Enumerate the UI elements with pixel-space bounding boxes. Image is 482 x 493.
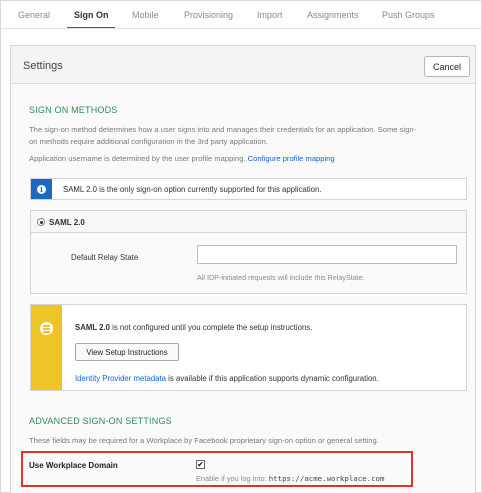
relay-state-input[interactable] bbox=[197, 245, 457, 264]
sign-on-methods-heading: SIGN ON METHODS bbox=[29, 105, 118, 115]
workplace-domain-hint-prefix: Enable if you log into: bbox=[196, 474, 269, 483]
username-mapping-label: Application username is determined by th… bbox=[29, 154, 246, 163]
advanced-settings-description: These fields may be required for a Workp… bbox=[29, 436, 379, 445]
saml-option-label: SAML 2.0 bbox=[49, 218, 85, 227]
username-mapping-text: Application username is determined by th… bbox=[29, 153, 335, 165]
radio-selected-icon[interactable] bbox=[37, 218, 45, 226]
metadata-description: is available if this application support… bbox=[166, 374, 379, 383]
tab-push-groups[interactable]: Push Groups bbox=[382, 10, 435, 20]
saml-info-callout: i SAML 2.0 is the only sign-on option cu… bbox=[30, 178, 467, 200]
tab-divider bbox=[1, 28, 481, 29]
settings-header: Settings Cancel bbox=[11, 46, 475, 84]
tab-bar: General Sign On Mobile Provisioning Impo… bbox=[1, 1, 481, 29]
saml-option-header: SAML 2.0 bbox=[31, 211, 466, 233]
workplace-domain-hint: Enable if you log into: https://acme.wor… bbox=[196, 474, 384, 483]
sign-on-description: The sign-on method determines how a user… bbox=[29, 124, 469, 148]
saml-info-text: SAML 2.0 is the only sign-on option curr… bbox=[63, 185, 322, 194]
configure-profile-mapping-link[interactable]: Configure profile mapping bbox=[248, 154, 335, 163]
workplace-domain-url: https://acme.workplace.com bbox=[268, 474, 385, 483]
metadata-text: Identity Provider metadata is available … bbox=[75, 374, 379, 383]
saml-option-box: SAML 2.0 Default Relay State All IDP-ini… bbox=[30, 210, 467, 294]
info-bar: i bbox=[31, 179, 52, 199]
tab-provisioning[interactable]: Provisioning bbox=[184, 10, 233, 20]
use-workplace-domain-checkbox[interactable]: ✔ bbox=[196, 460, 205, 469]
relay-state-hint: All IDP-initiated requests will include … bbox=[197, 273, 365, 282]
tab-mobile[interactable]: Mobile bbox=[132, 10, 159, 20]
view-setup-instructions-button[interactable]: View Setup Instructions bbox=[75, 343, 179, 361]
advanced-settings-heading: ADVANCED SIGN-ON SETTINGS bbox=[29, 416, 172, 426]
settings-title: Settings bbox=[23, 60, 63, 72]
setup-warning-callout: SAML 2.0 is not configured until you com… bbox=[30, 304, 467, 391]
warning-bar bbox=[31, 305, 62, 390]
info-circle-icon: i bbox=[37, 184, 46, 194]
tab-general[interactable]: General bbox=[18, 10, 50, 20]
sign-on-description-line2: on methods require additional configurat… bbox=[29, 137, 268, 146]
setup-warning-text: SAML 2.0 is not configured until you com… bbox=[75, 323, 312, 332]
setup-warning-bold: SAML 2.0 bbox=[75, 323, 110, 332]
list-circle-icon bbox=[40, 322, 53, 335]
app-frame: General Sign On Mobile Provisioning Impo… bbox=[0, 0, 482, 493]
setup-warning-message: is not configured until you complete the… bbox=[109, 323, 313, 332]
tab-assignments[interactable]: Assignments bbox=[307, 10, 359, 20]
cancel-button[interactable]: Cancel bbox=[424, 56, 470, 77]
tab-import[interactable]: Import bbox=[257, 10, 283, 20]
sign-on-description-line1: The sign-on method determines how a user… bbox=[29, 125, 417, 134]
relay-state-label: Default Relay State bbox=[71, 253, 139, 262]
tab-sign-on[interactable]: Sign On bbox=[74, 10, 109, 20]
use-workplace-domain-label: Use Workplace Domain bbox=[29, 461, 118, 470]
identity-provider-metadata-link[interactable]: Identity Provider metadata bbox=[75, 374, 166, 383]
